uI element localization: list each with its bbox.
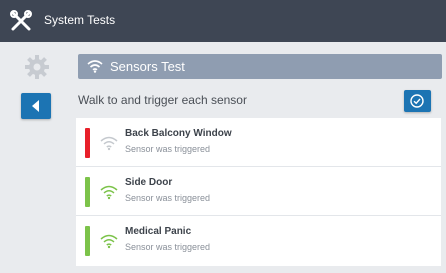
sensor-status: Sensor was triggered xyxy=(125,144,211,154)
sensors-test-header: Sensors Test xyxy=(78,54,442,79)
sensor-row[interactable]: Medical Panic Sensor was triggered xyxy=(76,216,441,264)
sensor-name: Medical Panic xyxy=(125,226,192,237)
tools-icon[interactable] xyxy=(9,9,33,33)
status-indicator-green xyxy=(85,226,90,256)
sensor-row[interactable]: Back Balcony Window Sensor was triggered xyxy=(76,118,441,167)
sensor-status: Sensor was triggered xyxy=(125,193,211,203)
instruction-text: Walk to and trigger each sensor xyxy=(78,93,247,107)
sensor-row[interactable]: Side Door Sensor was triggered xyxy=(76,167,441,216)
status-indicator-green xyxy=(85,177,90,207)
top-bar: System Tests xyxy=(0,0,446,42)
status-indicator-red xyxy=(85,128,90,158)
back-button[interactable] xyxy=(21,93,51,119)
check-circle-icon xyxy=(410,94,424,108)
wifi-icon xyxy=(100,136,118,151)
page-title: System Tests xyxy=(44,13,116,27)
arrow-left-icon xyxy=(32,100,39,112)
sensor-status: Sensor was triggered xyxy=(125,242,211,252)
wifi-icon xyxy=(100,185,118,200)
gear-icon[interactable] xyxy=(24,54,50,80)
wifi-icon xyxy=(87,60,103,73)
header-title: Sensors Test xyxy=(110,59,185,74)
sensor-name: Side Door xyxy=(125,177,173,188)
sensor-list: Back Balcony Window Sensor was triggered… xyxy=(76,118,441,266)
done-button[interactable] xyxy=(404,90,431,112)
wifi-icon xyxy=(100,234,118,249)
sensor-name: Back Balcony Window xyxy=(125,128,232,139)
